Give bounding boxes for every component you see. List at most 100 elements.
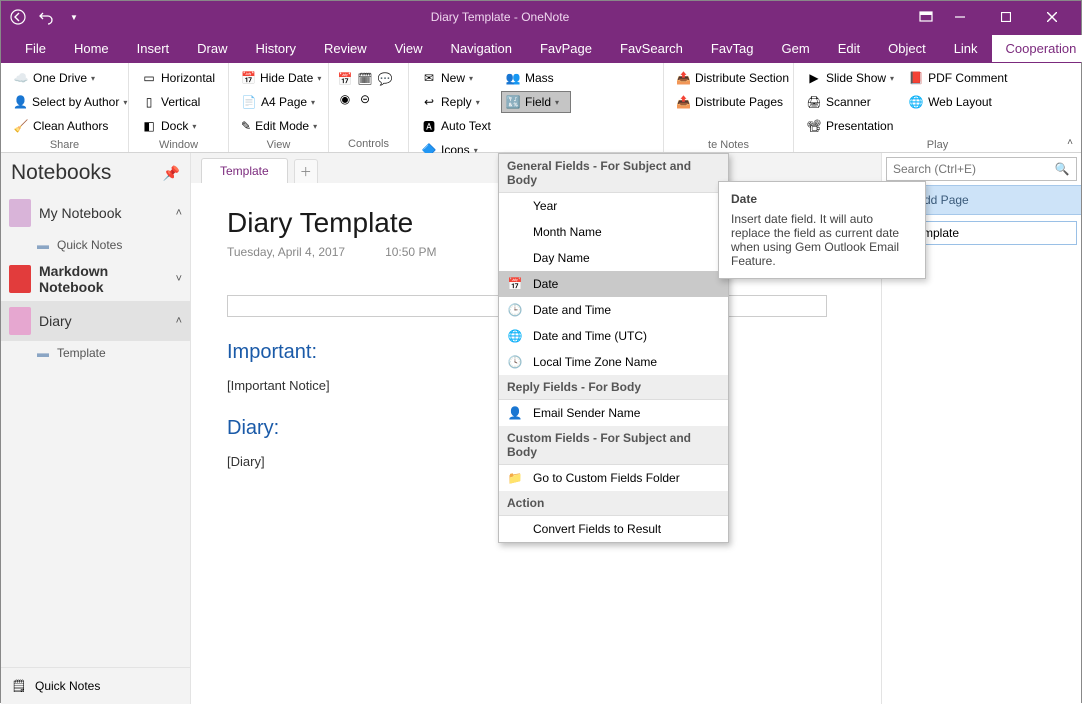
select-by-author-button[interactable]: 👤Select by Author▾ bbox=[9, 91, 120, 113]
control-slider-icon[interactable]: ⊝ bbox=[357, 91, 373, 107]
search-box[interactable]: 🔍 bbox=[886, 157, 1077, 181]
undo-icon[interactable] bbox=[35, 6, 57, 28]
tab-draw[interactable]: Draw bbox=[183, 35, 241, 62]
dd-item-date-and-time-utc[interactable]: 🌐Date and Time (UTC) bbox=[499, 323, 728, 349]
control-weekday-icon[interactable]: 🗓 bbox=[357, 71, 373, 87]
quick-access-toolbar: ▼ bbox=[7, 6, 85, 28]
scanner-button[interactable]: 🖨Scanner bbox=[802, 91, 898, 113]
scanner-icon: 🖨 bbox=[806, 94, 822, 110]
page-list-item[interactable]: mplate bbox=[916, 221, 1077, 245]
reply-button[interactable]: ↩Reply▾ bbox=[417, 91, 495, 113]
distribute-pages-button[interactable]: 📤Distribute Pages bbox=[672, 91, 785, 113]
tab-view[interactable]: View bbox=[381, 35, 437, 62]
web-layout-button[interactable]: 🌐Web Layout bbox=[904, 91, 1011, 113]
page-date: Tuesday, April 4, 2017 bbox=[227, 245, 345, 259]
field-button[interactable]: 🔣Field▾ bbox=[501, 91, 571, 113]
dropdown-header-custom: Custom Fields - For Subject and Body bbox=[499, 426, 728, 465]
a4-page-button[interactable]: 📄A4 Page▾ bbox=[237, 91, 320, 113]
horizontal-button[interactable]: ▭Horizontal bbox=[137, 67, 220, 89]
hide-date-button[interactable]: 📅Hide Date▾ bbox=[237, 67, 320, 89]
new-button[interactable]: ✉New▾ bbox=[417, 67, 495, 89]
tab-file[interactable]: File bbox=[11, 35, 60, 62]
search-icon[interactable]: 🔍 bbox=[1054, 161, 1070, 177]
chevron-down-icon[interactable]: ˅ bbox=[176, 273, 182, 285]
dock-button[interactable]: ◧Dock▾ bbox=[137, 115, 220, 137]
control-date-icon[interactable]: 📅 bbox=[337, 71, 353, 87]
distribute-section-icon: 📤 bbox=[676, 70, 691, 86]
tab-history[interactable]: History bbox=[242, 35, 310, 62]
dd-item-convert-fields[interactable]: Convert Fields to Result bbox=[499, 516, 728, 542]
chevron-up-icon[interactable]: ˄ bbox=[176, 315, 182, 327]
close-button[interactable] bbox=[1029, 1, 1075, 33]
dd-item-day-name[interactable]: Day Name bbox=[499, 245, 728, 271]
dd-item-month-name[interactable]: Month Name bbox=[499, 219, 728, 245]
contact-icon: 👤 bbox=[507, 405, 523, 421]
quick-notes-footer[interactable]: 🗒 Quick Notes bbox=[1, 667, 190, 704]
section-tab-template[interactable]: Template bbox=[201, 158, 288, 183]
tab-favsearch[interactable]: FavSearch bbox=[606, 35, 697, 62]
tab-gem[interactable]: Gem bbox=[768, 35, 824, 62]
distribute-section-button[interactable]: 📤Distribute Section bbox=[672, 67, 785, 89]
control-tooltip-icon[interactable]: 💬 bbox=[377, 71, 393, 87]
slide-icon: ▶ bbox=[806, 70, 822, 86]
page-time: 10:50 PM bbox=[385, 245, 436, 259]
pencil-icon: ✎ bbox=[241, 118, 251, 134]
add-section-button[interactable]: ＋ bbox=[294, 159, 318, 183]
edit-mode-button[interactable]: ✎Edit Mode▾ bbox=[237, 115, 320, 137]
tab-favtag[interactable]: FavTag bbox=[697, 35, 768, 62]
tab-favpage[interactable]: FavPage bbox=[526, 35, 606, 62]
tab-navigation[interactable]: Navigation bbox=[437, 35, 526, 62]
dd-item-date-and-time[interactable]: 🕒Date and Time bbox=[499, 297, 728, 323]
control-radio-icon[interactable]: ◉ bbox=[337, 91, 353, 107]
clean-authors-button[interactable]: 🧹Clean Authors bbox=[9, 115, 120, 137]
pdf-comment-button[interactable]: 📕PDF Comment bbox=[904, 67, 1011, 89]
notes-stack-icon: 🗒 bbox=[11, 678, 27, 694]
mail-icon: ✉ bbox=[421, 70, 437, 86]
collapse-ribbon-icon[interactable]: ˄ bbox=[1067, 137, 1073, 148]
one-drive-button[interactable]: ☁️One Drive▾ bbox=[9, 67, 120, 89]
dropdown-header-action: Action bbox=[499, 491, 728, 516]
search-input[interactable] bbox=[893, 162, 1054, 176]
maximize-button[interactable] bbox=[983, 1, 1029, 33]
tab-link[interactable]: Link bbox=[940, 35, 992, 62]
ribbon-display-options-icon[interactable] bbox=[915, 6, 937, 28]
dd-item-go-custom-folder[interactable]: 📁Go to Custom Fields Folder bbox=[499, 465, 728, 491]
minimize-button[interactable] bbox=[937, 1, 983, 33]
dd-item-email-sender[interactable]: 👤Email Sender Name bbox=[499, 400, 728, 426]
vertical-button[interactable]: ▯Vertical bbox=[137, 91, 220, 113]
qat-customize-icon[interactable]: ▼ bbox=[63, 6, 85, 28]
notebook-my-notebook[interactable]: My Notebook ˄ bbox=[1, 193, 190, 233]
section-template[interactable]: ▬Template bbox=[1, 341, 190, 365]
workspace: Notebooks 📌 My Notebook ˄ ▬Quick Notes M… bbox=[1, 153, 1081, 704]
dd-item-local-tz[interactable]: 🕓Local Time Zone Name bbox=[499, 349, 728, 375]
tab-cooperation[interactable]: Cooperation bbox=[992, 35, 1082, 62]
notebook-color-icon bbox=[9, 265, 31, 293]
notebook-diary[interactable]: Diary ˄ bbox=[1, 301, 190, 341]
tab-review[interactable]: Review bbox=[310, 35, 381, 62]
dd-item-date[interactable]: 📅Date bbox=[499, 271, 728, 297]
tab-home[interactable]: Home bbox=[60, 35, 123, 62]
section-icon: ▬ bbox=[35, 237, 51, 253]
section-icon: ▬ bbox=[35, 345, 51, 361]
tab-object[interactable]: Object bbox=[874, 35, 940, 62]
slide-show-button[interactable]: ▶Slide Show▾ bbox=[802, 67, 898, 89]
presentation-button[interactable]: 📽Presentation bbox=[802, 115, 898, 137]
ribbon: ☁️One Drive▾ 👤Select by Author▾ 🧹Clean A… bbox=[1, 63, 1081, 153]
notebooks-sidebar: Notebooks 📌 My Notebook ˄ ▬Quick Notes M… bbox=[1, 153, 191, 704]
mass-button[interactable]: 👥Mass bbox=[501, 67, 571, 89]
auto-text-button[interactable]: 🅰Auto Text bbox=[417, 115, 495, 137]
group-label-window: Window bbox=[137, 137, 220, 151]
dd-item-year[interactable]: Year bbox=[499, 193, 728, 219]
pin-icon[interactable]: 📌 bbox=[163, 165, 180, 182]
powerpoint-icon: 📽 bbox=[806, 118, 822, 134]
back-icon[interactable] bbox=[7, 6, 29, 28]
chevron-up-icon[interactable]: ˄ bbox=[176, 207, 182, 219]
section-quick-notes[interactable]: ▬Quick Notes bbox=[1, 233, 190, 257]
field-tooltip: Date Insert date field. It will auto rep… bbox=[718, 181, 926, 279]
vertical-icon: ▯ bbox=[141, 94, 157, 110]
notebook-markdown[interactable]: Markdown Notebook ˅ bbox=[1, 257, 190, 301]
tab-insert[interactable]: Insert bbox=[123, 35, 184, 62]
ribbon-tabs: File Home Insert Draw History Review Vie… bbox=[1, 33, 1081, 63]
tab-edit[interactable]: Edit bbox=[824, 35, 874, 62]
group-label-controls: Controls bbox=[337, 136, 400, 150]
